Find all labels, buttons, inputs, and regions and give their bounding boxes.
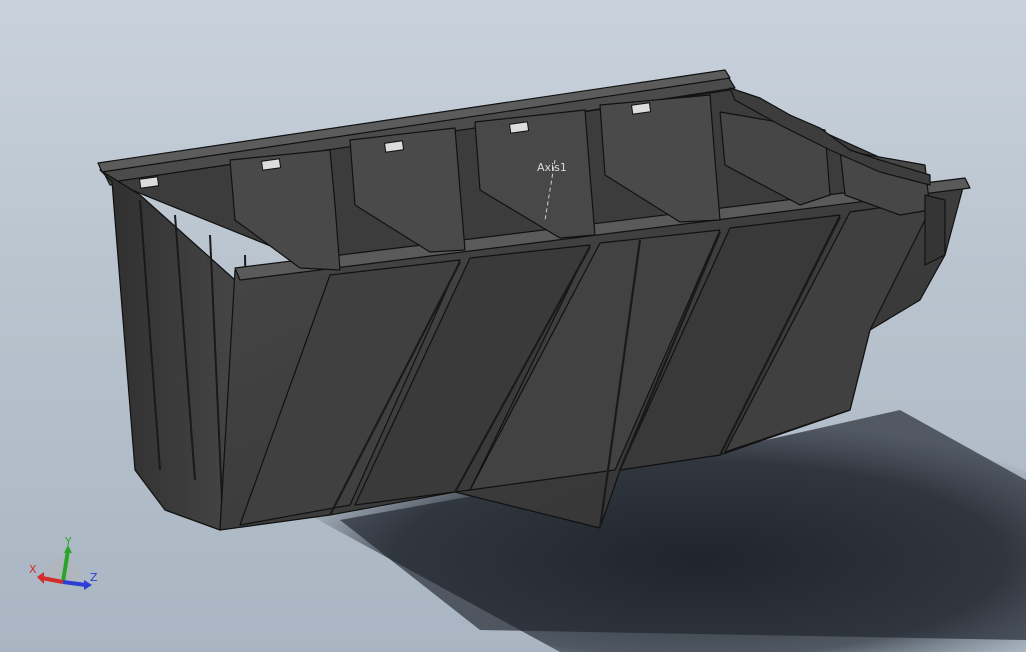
- triad-x-label: X: [29, 563, 37, 576]
- axis1-label[interactable]: Axis1: [537, 161, 567, 174]
- triad-y-label: Y: [64, 535, 72, 548]
- triad-z-label: Z: [90, 571, 98, 584]
- triad-x-arrow: [37, 572, 44, 584]
- reference-triad[interactable]: X Y Z: [29, 535, 98, 590]
- model-canvas[interactable]: Axis1 X Y Z: [0, 0, 1026, 652]
- 3d-viewport[interactable]: Axis1 X Y Z: [0, 0, 1026, 652]
